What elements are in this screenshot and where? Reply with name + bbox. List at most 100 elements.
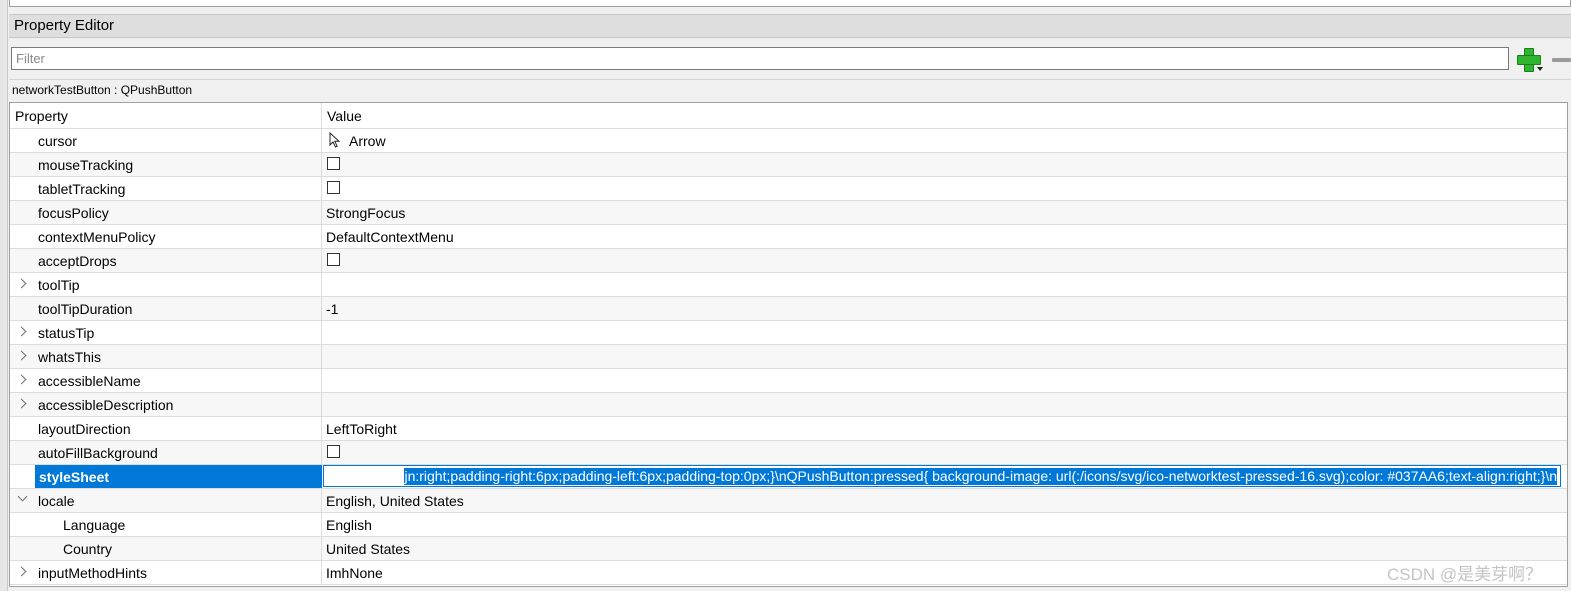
property-row-locale[interactable]: locale English, United States xyxy=(10,489,1567,513)
property-name: locale xyxy=(38,493,75,509)
chevron-right-icon[interactable] xyxy=(16,374,27,385)
property-value-cell[interactable]: jn:right;padding-right:6px;padding-left:… xyxy=(322,465,1567,488)
checkbox-autofillbackground[interactable] xyxy=(327,445,340,458)
property-row-whatsthis[interactable]: whatsThis xyxy=(10,345,1567,369)
property-name-cell[interactable]: tabletTracking xyxy=(10,177,322,200)
property-value-cell[interactable]: LeftToRight xyxy=(322,417,1567,440)
property-value-cell[interactable] xyxy=(322,369,1567,392)
property-name-cell[interactable]: accessibleDescription xyxy=(10,393,322,416)
property-value-cell[interactable]: StrongFocus xyxy=(322,201,1567,224)
checkbox-tablettracking[interactable] xyxy=(327,181,340,194)
property-value-cell[interactable] xyxy=(322,177,1567,200)
property-row-tablettracking[interactable]: tabletTracking xyxy=(10,177,1567,201)
property-value-cell[interactable]: -1 xyxy=(322,297,1567,320)
chevron-right-icon[interactable] xyxy=(16,566,27,577)
property-name-cell[interactable]: toolTip xyxy=(10,273,322,296)
property-row-mousetracking[interactable]: mouseTracking xyxy=(10,153,1567,177)
panel-title: Property Editor xyxy=(14,17,115,34)
property-value-cell[interactable] xyxy=(322,441,1567,464)
object-class-text: networkTestButton : QPushButton xyxy=(12,83,193,97)
property-value: StrongFocus xyxy=(326,205,406,221)
checkbox-acceptdrops[interactable] xyxy=(327,253,340,266)
property-value-cell[interactable]: English xyxy=(322,513,1567,536)
selected-property-label[interactable]: styleSheet xyxy=(35,465,322,488)
property-name: Country xyxy=(63,541,113,557)
property-value-cell[interactable] xyxy=(322,153,1567,176)
arrow-cursor-icon xyxy=(329,132,341,148)
property-name-cell[interactable]: styleSheet xyxy=(10,465,322,488)
property-value-cell[interactable] xyxy=(322,321,1567,344)
property-row-acceptdrops[interactable]: acceptDrops xyxy=(10,249,1567,273)
object-class-label: networkTestButton : QPushButton xyxy=(9,79,1571,99)
header-property[interactable]: Property xyxy=(15,108,68,124)
stylesheet-line-editor[interactable]: jn:right;padding-right:6px;padding-left:… xyxy=(323,465,1561,487)
property-name-cell[interactable]: locale xyxy=(10,489,322,512)
property-value: -1 xyxy=(326,301,339,317)
property-row-tooltip[interactable]: toolTip xyxy=(10,273,1567,297)
property-name-cell[interactable]: accessibleName xyxy=(10,369,322,392)
property-row-statustip[interactable]: statusTip xyxy=(10,321,1567,345)
property-row-layoutdirection[interactable]: layoutDirection LeftToRight xyxy=(10,417,1567,441)
property-name-cell[interactable]: Language xyxy=(10,513,322,536)
chevron-right-icon[interactable] xyxy=(16,398,27,409)
upper-panel-edge xyxy=(9,0,1571,7)
property-name-cell[interactable]: focusPolicy xyxy=(10,201,322,224)
property-value-cell[interactable]: Arrow xyxy=(322,129,1567,152)
property-name-cell[interactable]: contextMenuPolicy xyxy=(10,225,322,248)
chevron-down-icon[interactable] xyxy=(17,491,28,502)
property-name-cell[interactable]: acceptDrops xyxy=(10,249,322,272)
property-value-cell[interactable]: ImhNone xyxy=(322,561,1567,584)
property-row-inputmethodhints[interactable]: inputMethodHints ImhNone xyxy=(10,561,1567,585)
property-value: United States xyxy=(326,541,411,557)
header-value[interactable]: Value xyxy=(327,108,362,124)
property-row-autofillbackground[interactable]: autoFillBackground xyxy=(10,441,1567,465)
property-name-cell[interactable]: whatsThis xyxy=(10,345,322,368)
property-row-accessiblename[interactable]: accessibleName xyxy=(10,369,1567,393)
property-row-accessibledescription[interactable]: accessibleDescription xyxy=(10,393,1567,417)
checkbox-mousetracking[interactable] xyxy=(327,157,340,170)
chevron-right-icon[interactable] xyxy=(16,278,27,289)
property-name-cell[interactable]: mouseTracking xyxy=(10,153,322,176)
property-value-cell[interactable] xyxy=(322,273,1567,296)
property-row-contextmenupolicy[interactable]: contextMenuPolicy DefaultContextMenu xyxy=(10,225,1567,249)
property-editor-title-bar: Property Editor xyxy=(9,14,1571,38)
property-value-cell[interactable]: United States xyxy=(322,537,1567,560)
property-name-cell[interactable]: statusTip xyxy=(10,321,322,344)
filter-input[interactable] xyxy=(11,47,1509,70)
property-name: acceptDrops xyxy=(38,253,117,269)
property-name: toolTipDuration xyxy=(38,301,133,317)
property-grid: Property Value cursor Arrow mouseTracking t… xyxy=(9,102,1568,587)
property-name-cell[interactable]: toolTipDuration xyxy=(10,297,322,320)
property-name: inputMethodHints xyxy=(38,565,147,581)
property-row-stylesheet[interactable]: styleSheet jn:right;padding-right:6px;pad… xyxy=(10,465,1567,489)
property-name: statusTip xyxy=(38,325,95,341)
header-column-separator[interactable] xyxy=(321,103,322,129)
property-name-cell[interactable]: layoutDirection xyxy=(10,417,322,440)
property-name-cell[interactable]: Country xyxy=(10,537,322,560)
add-dynamic-property-button[interactable] xyxy=(1514,46,1544,74)
property-name: styleSheet xyxy=(39,469,110,485)
property-value-cell[interactable]: English, United States xyxy=(322,489,1567,512)
remove-dynamic-property-button[interactable] xyxy=(1552,58,1571,62)
property-name-cell[interactable]: autoFillBackground xyxy=(10,441,322,464)
property-name: mouseTracking xyxy=(38,157,134,173)
property-row-language[interactable]: Language English xyxy=(10,513,1567,537)
property-value-cell[interactable]: DefaultContextMenu xyxy=(322,225,1567,248)
property-row-cursor[interactable]: cursor Arrow xyxy=(10,129,1567,153)
property-row-tooltipduration[interactable]: toolTipDuration -1 xyxy=(10,297,1567,321)
chevron-right-icon[interactable] xyxy=(16,350,27,361)
property-value-cell[interactable] xyxy=(322,345,1567,368)
property-value-cell[interactable] xyxy=(322,393,1567,416)
property-row-country[interactable]: Country United States xyxy=(10,537,1567,561)
property-name-cell[interactable]: inputMethodHints xyxy=(10,561,322,584)
property-row-focuspolicy[interactable]: focusPolicy StrongFocus xyxy=(10,201,1567,225)
property-name-cell[interactable]: cursor xyxy=(10,129,322,152)
property-value: ImhNone xyxy=(326,565,383,581)
watermark: CSDN @是美芽啊？ xyxy=(1387,565,1543,584)
property-value: DefaultContextMenu xyxy=(326,229,454,245)
property-value-cell[interactable] xyxy=(322,249,1567,272)
chevron-right-icon[interactable] xyxy=(16,326,27,337)
dropdown-arrow-icon xyxy=(1537,67,1543,71)
plus-icon-bar xyxy=(1517,55,1541,65)
property-rows: cursor Arrow mouseTracking tabletTracking fo… xyxy=(10,129,1567,585)
